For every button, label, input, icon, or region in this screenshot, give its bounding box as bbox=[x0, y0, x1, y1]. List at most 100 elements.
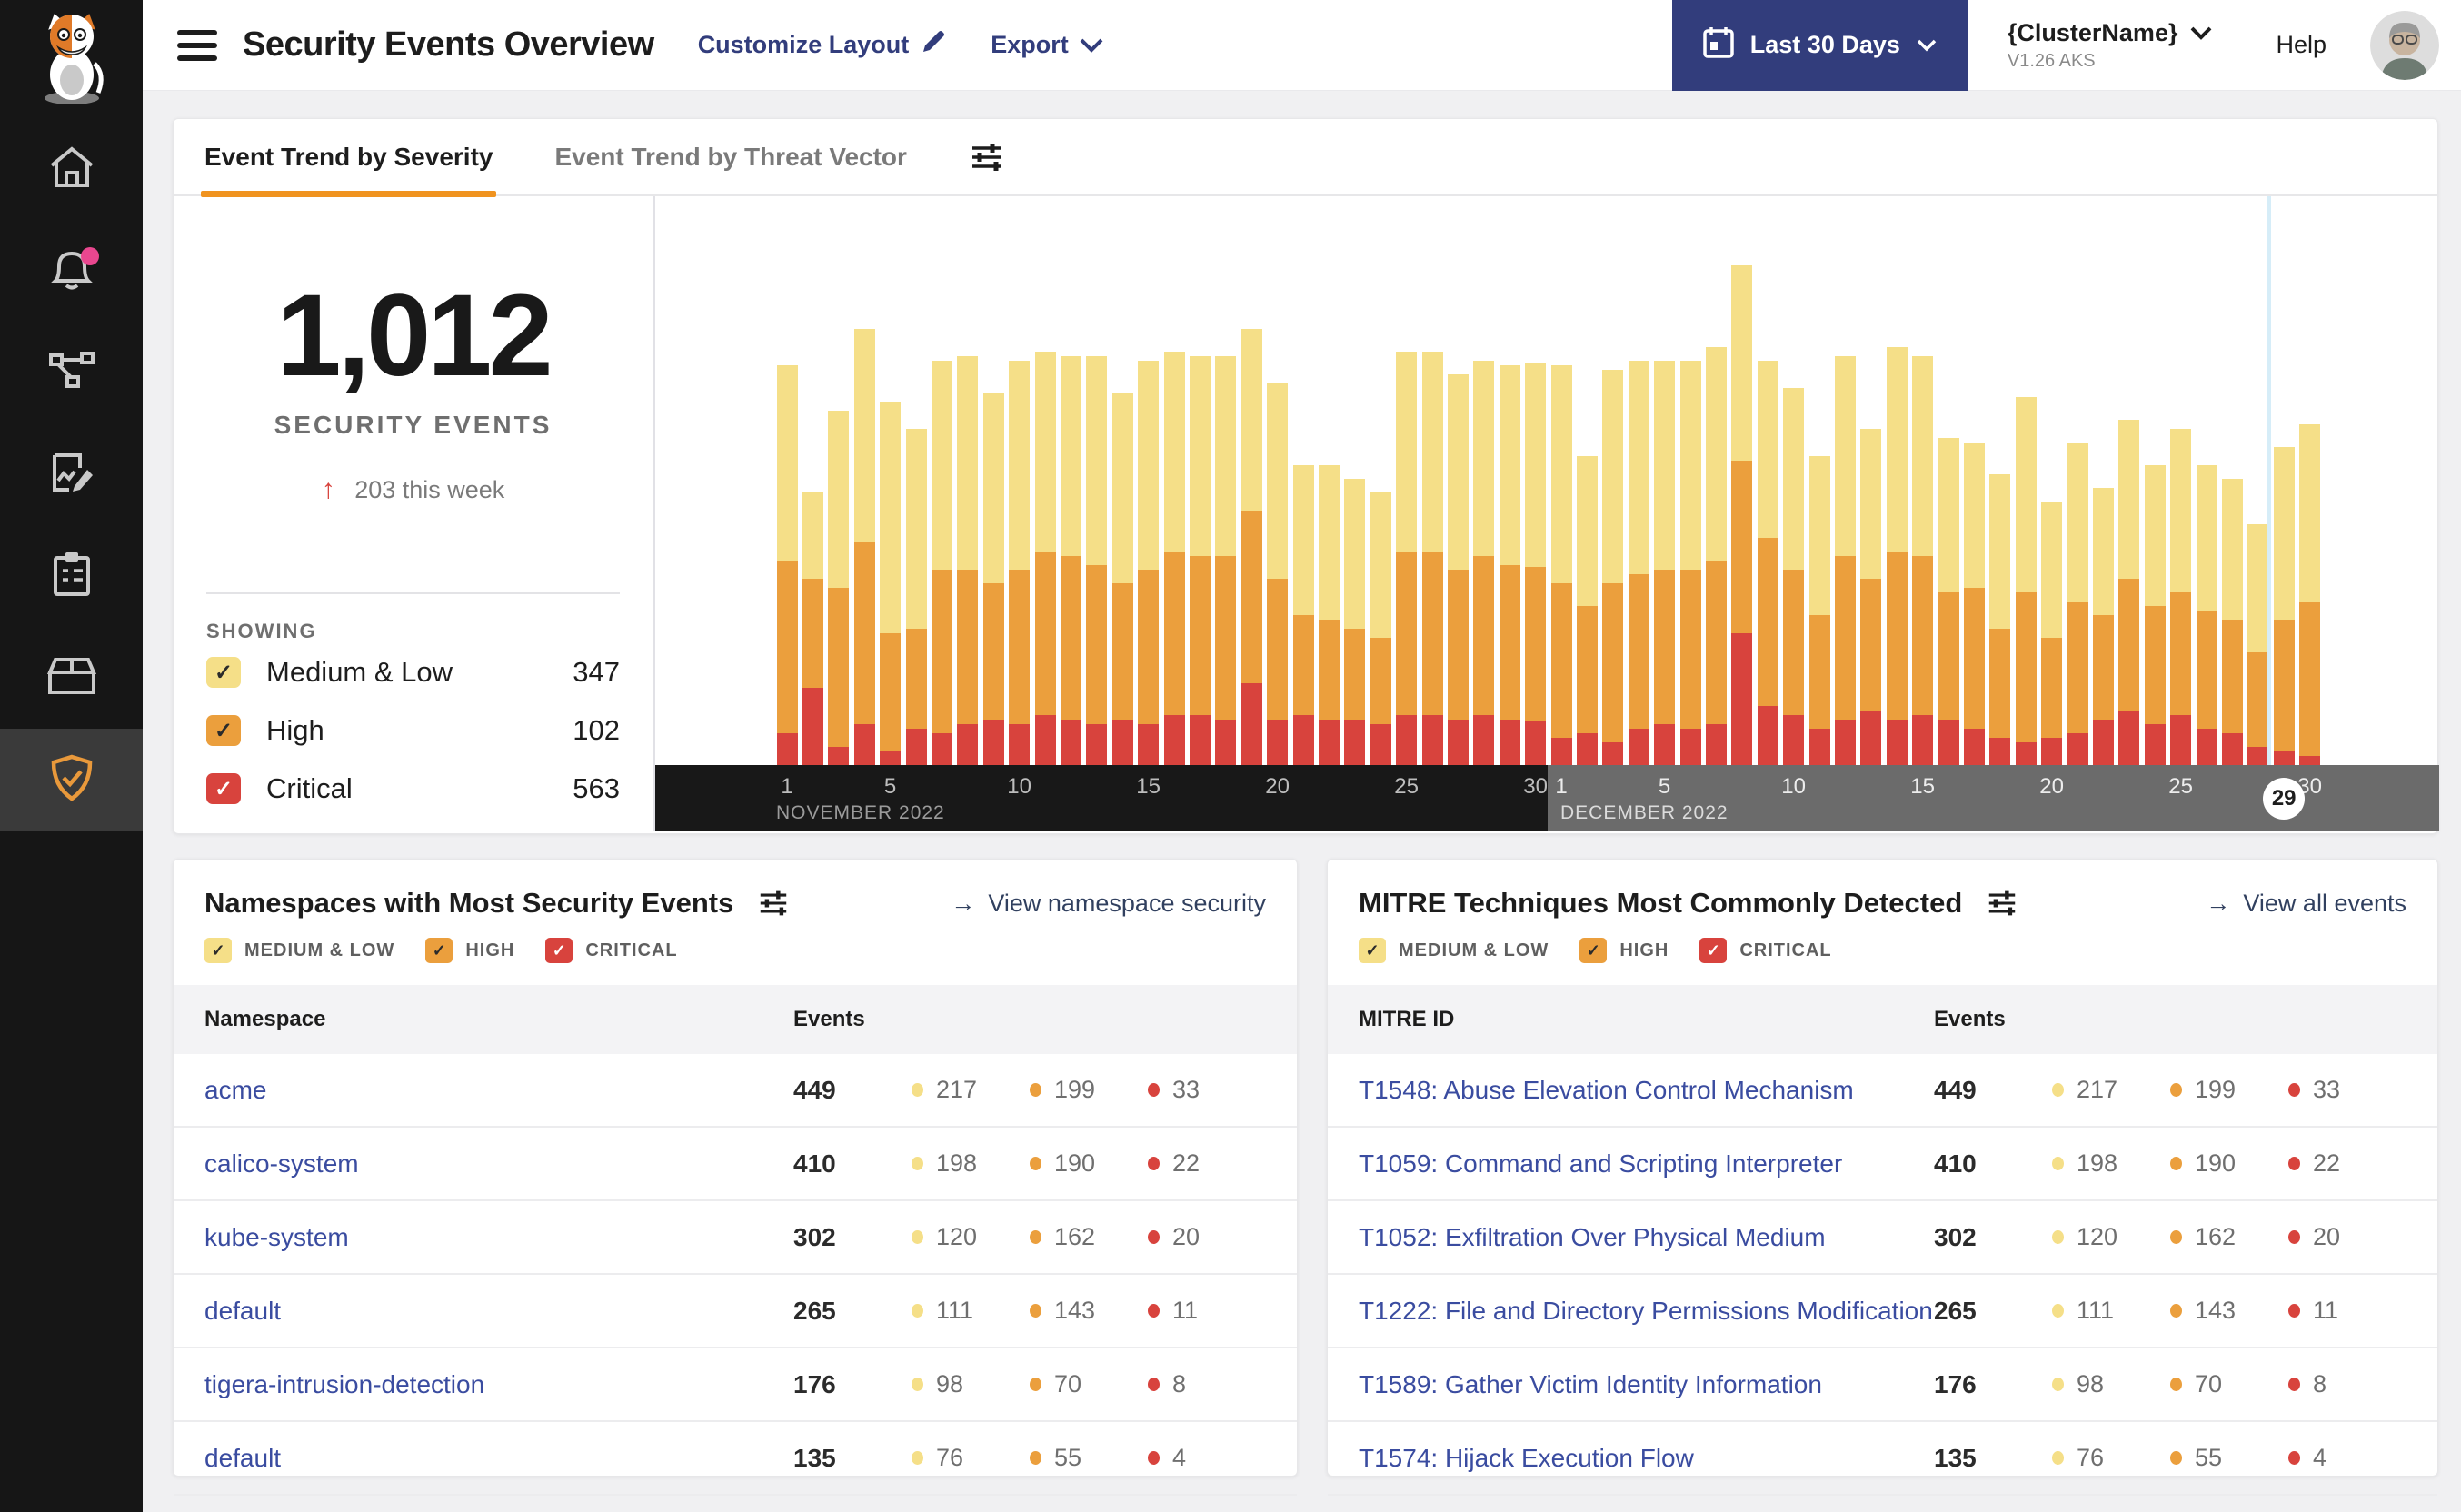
tab-event-trend-by-threat-vector[interactable]: Event Trend by Threat Vector bbox=[554, 118, 906, 195]
severity-count-critical: 8 bbox=[2288, 1370, 2406, 1398]
sidebar-item-threat-defense[interactable] bbox=[0, 729, 143, 831]
medium-checkbox[interactable]: ✓ bbox=[204, 938, 232, 963]
severity-count-high: 55 bbox=[2170, 1444, 2288, 1472]
sidebar-item-alerts[interactable] bbox=[0, 220, 143, 322]
cluster-selector[interactable]: {ClusterName} V1.26 AKS bbox=[2008, 19, 2213, 72]
chart-bar bbox=[1034, 352, 1056, 765]
severity-count-high: 199 bbox=[1030, 1076, 1148, 1104]
severity-filter-list: ✓ Medium & Low 347 ✓ High 102 ✓ Critical 563 bbox=[174, 643, 653, 818]
high-checkbox[interactable]: ✓ bbox=[206, 715, 241, 746]
storage-box-icon bbox=[46, 656, 97, 701]
table-row: calico-system 410 198 190 22 bbox=[174, 1128, 1297, 1201]
hamburger-menu-icon[interactable] bbox=[177, 29, 217, 61]
tune-filter-icon[interactable] bbox=[757, 889, 790, 918]
help-link[interactable]: Help bbox=[2276, 31, 2326, 59]
chip-critical[interactable]: ✓ CRITICAL bbox=[545, 938, 677, 963]
severity-count-critical: 8 bbox=[1148, 1370, 1266, 1398]
row-events-total: 449 bbox=[1934, 1075, 1977, 1104]
row-name-link[interactable]: T1222: File and Directory Permissions Mo… bbox=[1359, 1297, 1933, 1325]
calico-cat-logo[interactable] bbox=[0, 0, 143, 118]
high-dot-icon bbox=[1030, 1083, 1041, 1097]
filter-label: High bbox=[266, 714, 324, 746]
medium-dot-icon bbox=[2052, 1451, 2064, 1465]
chip-label: HIGH bbox=[1619, 940, 1669, 960]
tab-event-trend-by-severity[interactable]: Event Trend by Severity bbox=[200, 118, 497, 197]
severity-count-critical: 22 bbox=[1148, 1149, 1266, 1178]
severity-count-critical: 22 bbox=[2288, 1149, 2406, 1178]
view-link-label: View all events bbox=[2243, 889, 2406, 917]
chip-high[interactable]: ✓ HIGH bbox=[1579, 938, 1669, 963]
axis-band-december: 1 5 10 15 20 25 30 DECEMBER 2022 29 bbox=[1548, 765, 2439, 831]
view-namespace-security-link[interactable]: → View namespace security bbox=[951, 890, 1266, 918]
high-checkbox[interactable]: ✓ bbox=[1579, 938, 1608, 963]
chip-medium[interactable]: ✓ MEDIUM & LOW bbox=[1359, 938, 1549, 963]
filter-row-high[interactable]: ✓ High 102 bbox=[206, 701, 620, 760]
critical-checkbox[interactable]: ✓ bbox=[1699, 938, 1728, 963]
chart-bar bbox=[1292, 465, 1314, 765]
severity-count-medium: 120 bbox=[2052, 1223, 2170, 1251]
chart-bar bbox=[931, 361, 952, 765]
sidebar-item-policies[interactable] bbox=[0, 423, 143, 525]
medium-checkbox[interactable]: ✓ bbox=[206, 657, 241, 688]
row-name-link[interactable]: T1574: Hijack Execution Flow bbox=[1359, 1444, 1694, 1472]
row-name-link[interactable]: acme bbox=[204, 1076, 266, 1104]
event-trend-card: Event Trend by Severity Event Trend by T… bbox=[173, 118, 2439, 834]
row-name-link[interactable]: kube-system bbox=[204, 1223, 349, 1251]
chart-bar bbox=[1602, 370, 1624, 765]
home-icon bbox=[48, 145, 95, 194]
filter-row-medium[interactable]: ✓ Medium & Low 347 bbox=[206, 643, 620, 701]
row-events-total: 265 bbox=[793, 1296, 836, 1325]
chip-medium[interactable]: ✓ MEDIUM & LOW bbox=[204, 938, 394, 963]
column-events: Events bbox=[793, 1007, 865, 1031]
row-name-link[interactable]: T1589: Gather Victim Identity Informatio… bbox=[1359, 1370, 1822, 1398]
row-name-link[interactable]: default bbox=[204, 1297, 281, 1325]
chevron-down-icon bbox=[1917, 39, 1937, 51]
view-all-events-link[interactable]: → View all events bbox=[2206, 890, 2406, 918]
sidebar-item-home[interactable] bbox=[0, 118, 143, 220]
customize-layout-button[interactable]: Customize Layout bbox=[698, 28, 948, 62]
chart-bar bbox=[2247, 524, 2269, 765]
user-avatar[interactable] bbox=[2370, 10, 2439, 80]
table-row: T1059: Command and Scripting Interpreter… bbox=[1328, 1128, 2437, 1201]
chart-bar bbox=[1215, 356, 1237, 765]
export-button[interactable]: Export bbox=[991, 31, 1103, 59]
date-range-button[interactable]: Last 30 Days bbox=[1671, 0, 1968, 91]
high-checkbox[interactable]: ✓ bbox=[425, 938, 453, 963]
severity-count-critical: 33 bbox=[2288, 1076, 2406, 1104]
row-name-link[interactable]: T1548: Abuse Elevation Control Mechanism bbox=[1359, 1076, 1854, 1104]
critical-checkbox[interactable]: ✓ bbox=[545, 938, 573, 963]
tune-filter-icon[interactable] bbox=[969, 141, 1005, 174]
chart-bar bbox=[2041, 502, 2063, 765]
medium-dot-icon bbox=[2052, 1083, 2064, 1097]
severity-count-high: 162 bbox=[2170, 1223, 2288, 1251]
sidebar-item-compliance[interactable] bbox=[0, 525, 143, 627]
axis-tick: 25 bbox=[1394, 774, 1419, 799]
chart-bar bbox=[880, 402, 902, 765]
mitre-table-body: T1548: Abuse Elevation Control Mechanism… bbox=[1328, 1054, 2437, 1496]
severity-trend-chart: 1 5 10 15 20 25 30 NOVEMBER 2022 1 5 10 15 20 25 30 DEC… bbox=[655, 196, 2439, 831]
chip-critical[interactable]: ✓ CRITICAL bbox=[1699, 938, 1831, 963]
table-row: T1222: File and Directory Permissions Mo… bbox=[1328, 1275, 2437, 1348]
medium-checkbox[interactable]: ✓ bbox=[1359, 938, 1386, 963]
chart-bar bbox=[2067, 443, 2088, 765]
row-name-link[interactable]: T1052: Exfiltration Over Physical Medium bbox=[1359, 1223, 1826, 1251]
chart-bar bbox=[1860, 429, 1882, 765]
chart-bar bbox=[828, 411, 850, 765]
row-name-link[interactable]: default bbox=[204, 1444, 281, 1472]
row-name-link[interactable]: tigera-intrusion-detection bbox=[204, 1370, 484, 1398]
filter-row-critical[interactable]: ✓ Critical 563 bbox=[206, 760, 620, 818]
critical-dot-icon bbox=[1148, 1378, 1160, 1391]
critical-dot-icon bbox=[2288, 1378, 2300, 1391]
weekly-trend: ↑ 203 this week bbox=[174, 474, 653, 505]
sidebar-item-images[interactable] bbox=[0, 627, 143, 729]
high-dot-icon bbox=[1030, 1230, 1041, 1244]
row-name-link[interactable]: T1059: Command and Scripting Interpreter bbox=[1359, 1149, 1842, 1178]
chart-bar bbox=[2015, 397, 2037, 765]
row-name-link[interactable]: calico-system bbox=[204, 1149, 359, 1178]
medium-dot-icon bbox=[912, 1230, 923, 1244]
table-row: kube-system 302 120 162 20 bbox=[174, 1201, 1297, 1275]
sidebar-item-service-graph[interactable] bbox=[0, 322, 143, 423]
tune-filter-icon[interactable] bbox=[1986, 889, 2018, 918]
chip-high[interactable]: ✓ HIGH bbox=[425, 938, 514, 963]
critical-checkbox[interactable]: ✓ bbox=[206, 773, 241, 804]
